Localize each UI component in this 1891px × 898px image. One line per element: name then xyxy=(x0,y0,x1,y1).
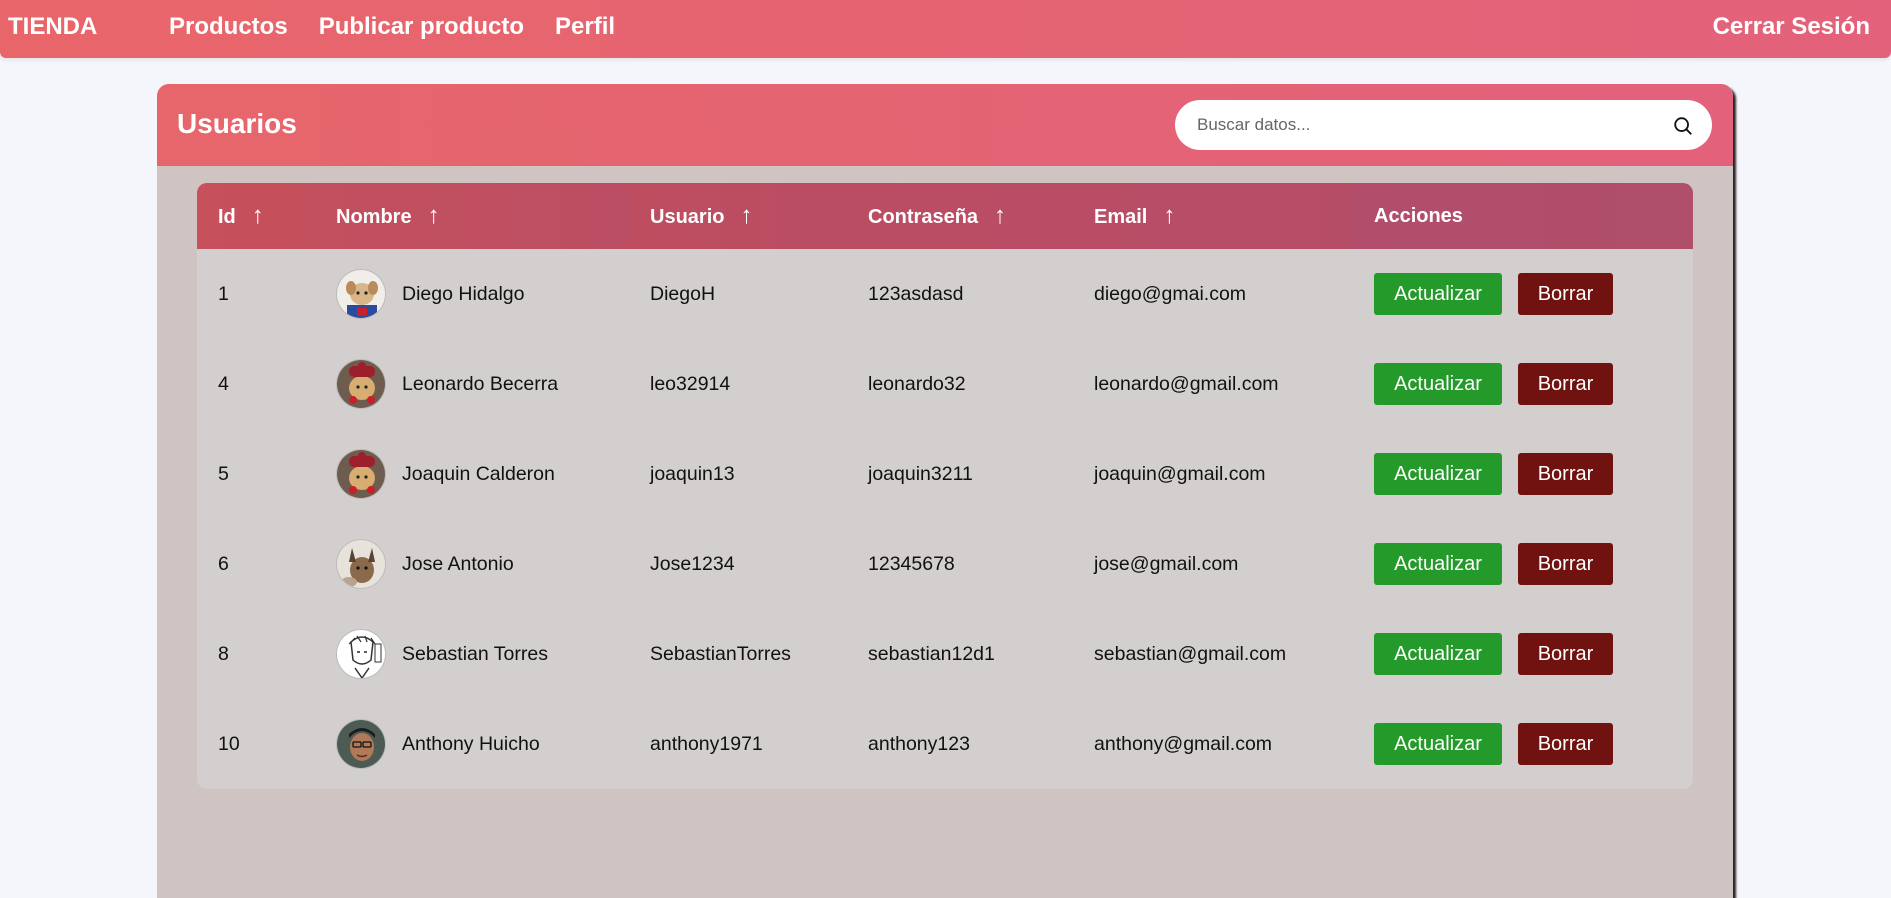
avatar xyxy=(336,719,386,769)
cell-id: 1 xyxy=(218,282,229,305)
cell-nombre: Jose Antonio xyxy=(402,552,514,575)
cell-contrasena: 123asdasd xyxy=(868,282,964,305)
table-header-row: Id ↑ Nombre ↑ Usuario ↑ Contraseña ↑ Email ↑ … xyxy=(197,183,1693,249)
table-row: 1 Diego Hidalgo DiegoH 123asdasd diego@g… xyxy=(197,249,1693,339)
sort-arrow-icon[interactable]: ↑ xyxy=(428,202,440,229)
delete-button[interactable]: Borrar xyxy=(1518,543,1613,585)
cell-id: 10 xyxy=(218,732,240,755)
avatar xyxy=(336,539,386,589)
cell-contrasena: leonardo32 xyxy=(868,372,966,395)
cell-email: sebastian@gmail.com xyxy=(1094,642,1287,665)
users-table: Id ↑ Nombre ↑ Usuario ↑ Contraseña ↑ Email ↑ … xyxy=(197,183,1693,789)
table-row: 4 Leonardo Becerra leo32914 leonardo32 l… xyxy=(197,339,1693,429)
cell-id: 4 xyxy=(218,372,229,395)
avatar xyxy=(336,449,386,499)
table-row: 5 Joaquin Calderon joaquin13 joaquin3211… xyxy=(197,429,1693,519)
nav-link-productos[interactable]: Productos xyxy=(169,13,288,41)
sort-arrow-icon[interactable]: ↑ xyxy=(1163,202,1175,229)
page-title: Usuarios xyxy=(177,108,297,139)
update-button[interactable]: Actualizar xyxy=(1374,273,1502,315)
sort-arrow-icon[interactable]: ↑ xyxy=(252,202,264,229)
update-button[interactable]: Actualizar xyxy=(1374,633,1502,675)
update-button[interactable]: Actualizar xyxy=(1374,723,1502,765)
delete-button[interactable]: Borrar xyxy=(1518,723,1613,765)
users-card: Usuarios Id↑ Nombre↑ Usua xyxy=(157,84,1733,898)
column-header-contrasena[interactable]: Contraseña ↑ xyxy=(847,183,1073,249)
column-header-email[interactable]: Email ↑ xyxy=(1073,183,1353,249)
nav-link-publicar-producto[interactable]: Publicar producto xyxy=(319,13,524,41)
delete-button[interactable]: Borrar xyxy=(1518,453,1613,495)
cell-nombre: Leonardo Becerra xyxy=(402,372,559,395)
avatar xyxy=(336,629,386,679)
nav-link-perfil[interactable]: Perfil xyxy=(555,13,615,41)
cell-email: jose@gmail.com xyxy=(1094,552,1239,575)
column-header-nombre[interactable]: Nombre ↑ xyxy=(315,183,629,249)
cell-contrasena: anthony123 xyxy=(868,732,970,755)
nav-links: Productos Publicar producto Perfil xyxy=(169,13,646,41)
cell-usuario: joaquin13 xyxy=(650,462,735,485)
table-row: 10 Anthony Huicho anthony1971 anthony123… xyxy=(197,699,1693,789)
update-button[interactable]: Actualizar xyxy=(1374,363,1502,405)
cell-usuario: DiegoH xyxy=(650,282,716,305)
avatar xyxy=(336,359,386,409)
search-icon[interactable] xyxy=(1672,115,1694,137)
card-header: Usuarios xyxy=(157,84,1733,166)
table-row: 8 Sebastian Torres SebastianTorres sebas… xyxy=(197,609,1693,699)
cell-id: 6 xyxy=(218,552,229,575)
avatar xyxy=(336,269,386,319)
cell-contrasena: joaquin3211 xyxy=(868,462,973,485)
cell-contrasena: sebastian12d1 xyxy=(868,642,995,665)
logout-link[interactable]: Cerrar Sesión xyxy=(1713,13,1870,41)
cell-id: 8 xyxy=(218,642,229,665)
brand-logo[interactable]: TIENDA xyxy=(8,13,97,41)
cell-usuario: SebastianTorres xyxy=(650,642,791,665)
sort-arrow-icon[interactable]: ↑ xyxy=(740,202,752,229)
update-button[interactable]: Actualizar xyxy=(1374,453,1502,495)
cell-nombre: Diego Hidalgo xyxy=(402,282,525,305)
cell-nombre: Sebastian Torres xyxy=(402,642,548,665)
delete-button[interactable]: Borrar xyxy=(1518,273,1613,315)
cell-nombre: Anthony Huicho xyxy=(402,732,540,755)
cell-email: anthony@gmail.com xyxy=(1094,732,1273,755)
delete-button[interactable]: Borrar xyxy=(1518,363,1613,405)
cell-usuario: leo32914 xyxy=(650,372,731,395)
cell-contrasena: 12345678 xyxy=(868,552,955,575)
cell-email: leonardo@gmail.com xyxy=(1094,372,1279,395)
table-row: 6 Jose Antonio Jose1234 12345678 jose@gm… xyxy=(197,519,1693,609)
column-header-id[interactable]: Id ↑ xyxy=(197,183,315,249)
delete-button[interactable]: Borrar xyxy=(1518,633,1613,675)
search-input[interactable] xyxy=(1197,100,1657,150)
cell-email: joaquin@gmail.com xyxy=(1094,462,1266,485)
top-navbar: TIENDA Productos Publicar producto Perfi… xyxy=(0,0,1891,58)
cell-id: 5 xyxy=(218,462,229,485)
update-button[interactable]: Actualizar xyxy=(1374,543,1502,585)
search-box xyxy=(1175,100,1712,150)
cell-usuario: anthony1971 xyxy=(650,732,763,755)
cell-nombre: Joaquin Calderon xyxy=(402,462,555,485)
cell-usuario: Jose1234 xyxy=(650,552,735,575)
cell-email: diego@gmai.com xyxy=(1094,282,1247,305)
sort-arrow-icon[interactable]: ↑ xyxy=(994,202,1006,229)
column-header-usuario[interactable]: Usuario ↑ xyxy=(629,183,847,249)
column-header-acciones: Acciones xyxy=(1374,204,1463,227)
